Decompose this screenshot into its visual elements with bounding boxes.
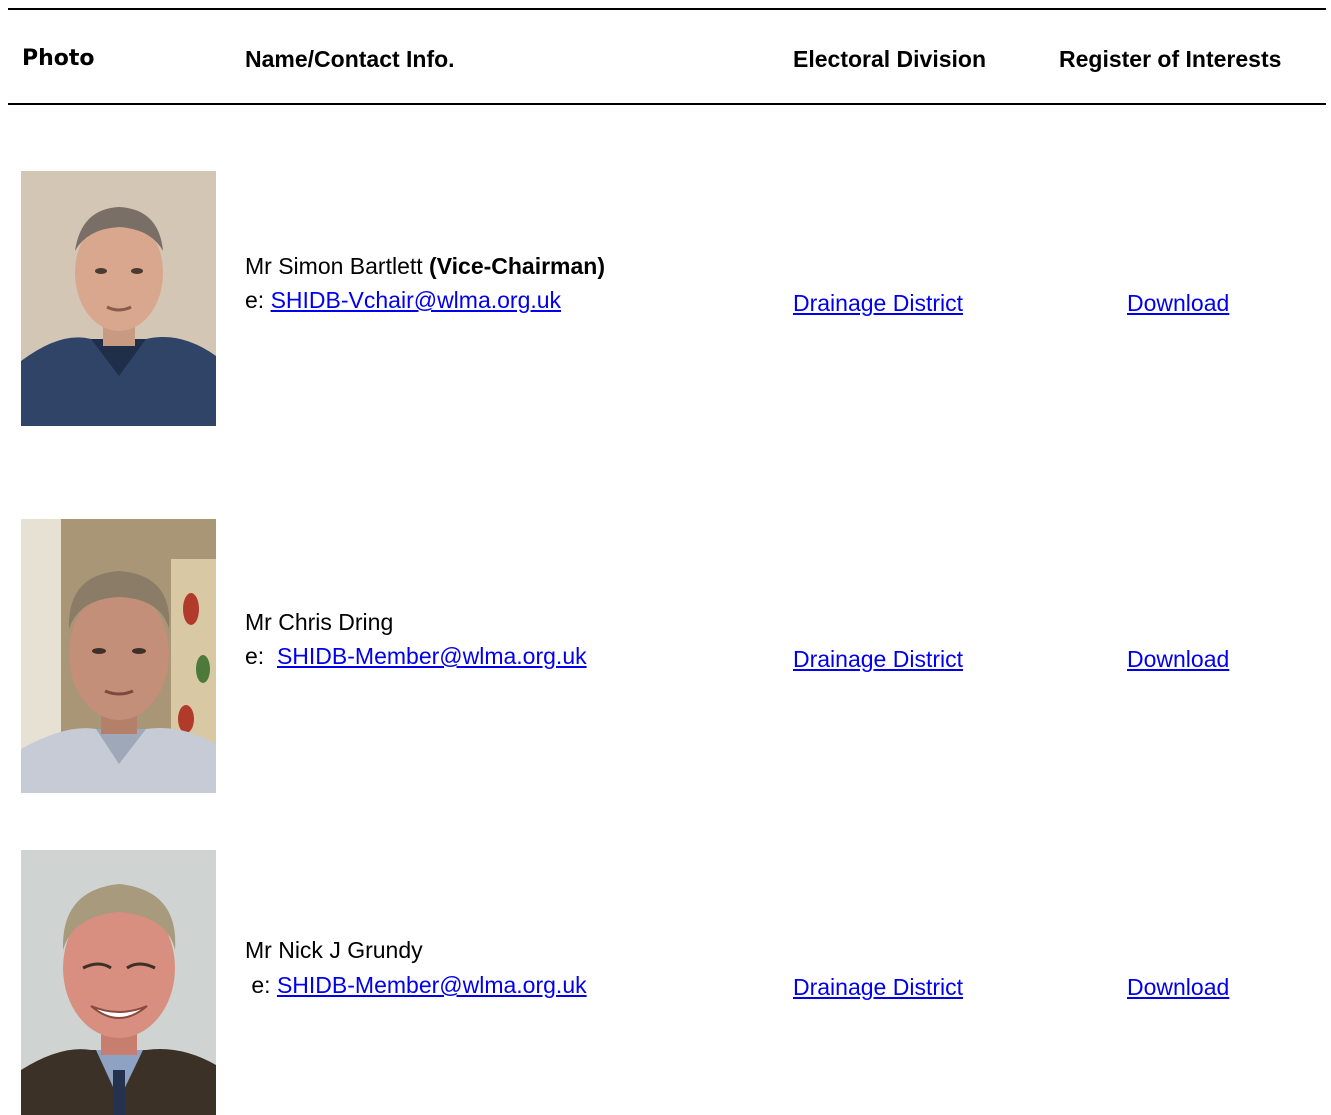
header-register-of-interests: Register of Interests [1059, 46, 1282, 72]
member-name-text: Mr Nick J Grundy [245, 937, 423, 963]
header-name-contact: Name/Contact Info. [245, 46, 455, 72]
member-name: Mr Nick J Grundy [245, 936, 423, 964]
header-photo: Photo [22, 46, 95, 71]
member-photo [21, 171, 216, 426]
register-download-link[interactable]: Download [1127, 645, 1229, 673]
email-prefix: e: [245, 643, 277, 669]
member-name: Mr Simon Bartlett (Vice-Chairman) [245, 252, 605, 280]
member-name-text: Mr Chris Dring [245, 609, 394, 635]
member-role: (Vice-Chairman) [429, 253, 606, 279]
member-email: e: SHIDB-Vchair@wlma.org.uk [245, 286, 561, 314]
register-download-link[interactable]: Download [1127, 973, 1229, 1001]
member-email: e: SHIDB-Member@wlma.org.uk [245, 642, 587, 670]
member-photo [21, 850, 216, 1115]
portrait-photo-icon [21, 850, 216, 1115]
email-prefix: e: [245, 972, 277, 998]
electoral-division-link[interactable]: Drainage District [793, 973, 963, 1001]
member-name: Mr Chris Dring [245, 608, 393, 636]
electoral-division-link[interactable]: Drainage District [793, 645, 963, 673]
email-prefix: e: [245, 287, 271, 313]
portrait-photo-icon [21, 171, 216, 426]
table-header-rule [8, 103, 1326, 105]
header-electoral-division: Electoral Division [793, 46, 987, 72]
email-link[interactable]: SHIDB-Member@wlma.org.uk [277, 972, 587, 998]
portrait-photo-icon [21, 519, 216, 793]
electoral-division-link[interactable]: Drainage District [793, 289, 963, 317]
member-email: e: SHIDB-Member@wlma.org.uk [245, 971, 587, 999]
member-name-text: Mr Simon Bartlett [245, 253, 423, 279]
table-top-rule [8, 8, 1326, 10]
email-link[interactable]: SHIDB-Vchair@wlma.org.uk [271, 287, 561, 313]
email-link[interactable]: SHIDB-Member@wlma.org.uk [277, 643, 587, 669]
member-photo [21, 519, 216, 793]
register-download-link[interactable]: Download [1127, 289, 1229, 317]
